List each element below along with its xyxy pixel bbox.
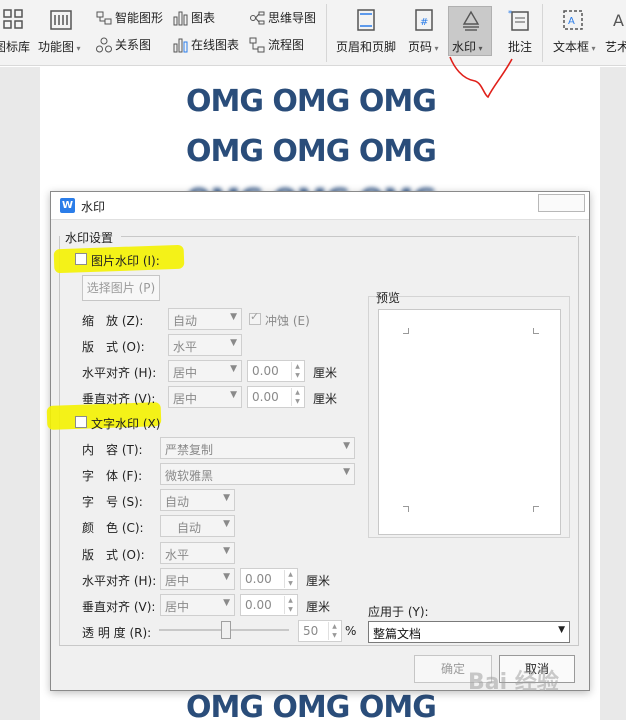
watermark-icon (462, 10, 480, 31)
watermark-button[interactable]: 水印 ▾ (448, 6, 492, 56)
text-layout-select[interactable]: 水平 ▼ (160, 542, 235, 564)
preview-label: 预览 (376, 291, 401, 305)
size-select[interactable]: 自动 ▼ (160, 489, 235, 511)
ribbon-mind-map[interactable]: 思维导图 (249, 9, 316, 26)
text-valign-spinner[interactable]: 0.00 ▲ ▼ (240, 594, 298, 616)
picture-valign-spinner[interactable]: 0.00 ▲ ▼ (247, 386, 305, 408)
document-text-line: OMG OMG OMG (186, 134, 437, 169)
picture-valign-unit: 厘米 (313, 392, 338, 406)
ribbon-comment[interactable]: 批注 (508, 38, 532, 55)
ribbon-word-art[interactable]: 艺术 (605, 38, 626, 55)
wps-logo-icon: W (60, 198, 75, 213)
dialog-titlebar[interactable]: W 水印 (51, 192, 589, 220)
ribbon-function-chart[interactable]: 功能图 ▾ (38, 38, 81, 55)
site-watermark: Bai 经验 (468, 670, 559, 695)
svg-text:A: A (613, 11, 624, 30)
svg-text:A: A (568, 16, 575, 27)
text-valign-unit: 厘米 (306, 600, 331, 614)
document-text-line: OMG OMG OMG (186, 84, 437, 119)
word-art-icon[interactable]: A (611, 8, 626, 32)
preview-page (378, 309, 561, 535)
icon-library-icon[interactable] (2, 8, 24, 30)
ribbon-icon-library[interactable]: 图标库 (0, 38, 30, 55)
picture-layout-select[interactable]: 水平 ▼ (168, 334, 242, 356)
watermark-dialog: W 水印 水印设置 图片水印 (I): 选择图片 (P) 缩 放 (Z): 自动… (46, 191, 590, 691)
content-select[interactable]: 严禁复制 ▼ (160, 437, 355, 459)
picture-watermark-label: 图片水印 (I): (91, 254, 160, 268)
watermark-label: 水印 ▾ (452, 40, 483, 54)
text-halign-label: 水平对齐 (H): (82, 574, 157, 588)
text-valign-select[interactable]: 居中 ▼ (160, 594, 235, 616)
ribbon-header-footer[interactable]: 页眉和页脚 (336, 38, 396, 55)
scale-label: 缩 放 (Z): (82, 314, 144, 328)
apply-to-select[interactable]: 整篇文档 ▼ (368, 621, 570, 643)
washout-checkbox[interactable] (249, 310, 261, 325)
ribbon-separator (326, 4, 327, 62)
text-halign-select[interactable]: 居中 ▼ (160, 568, 235, 590)
header-footer-icon[interactable] (355, 8, 377, 32)
flowchart-icon (249, 37, 265, 52)
ribbon-smart-art[interactable]: 智能图形 (96, 9, 163, 26)
close-button[interactable] (538, 194, 585, 212)
relation-chart-icon (96, 37, 112, 52)
red-annotation-mark (449, 56, 513, 99)
content-label: 内 容 (T): (82, 443, 143, 457)
ribbon-text-box[interactable]: 文本框 ▾ (553, 38, 596, 55)
text-watermark-label: 文字水印 (X) (91, 417, 161, 431)
corner-mark (403, 328, 409, 334)
text-watermark-checkbox[interactable] (75, 416, 87, 428)
picture-valign-label: 垂直对齐 (V): (82, 392, 156, 406)
corner-mark (533, 506, 539, 512)
picture-watermark-checkbox[interactable] (75, 253, 87, 265)
ribbon-flowchart[interactable]: 流程图 (249, 36, 304, 53)
function-chart-icon[interactable] (48, 8, 74, 32)
ribbon-page-number[interactable]: 页码 ▾ (408, 38, 439, 55)
text-halign-unit: 厘米 (306, 574, 331, 588)
picture-valign-select[interactable]: 居中 ▼ (168, 386, 242, 408)
text-box-icon[interactable]: A (561, 8, 585, 32)
ribbon-relation-chart[interactable]: 关系图 (96, 36, 151, 53)
picture-halign-label: 水平对齐 (H): (82, 366, 157, 380)
font-select[interactable]: 微软雅黑 ▼ (160, 463, 355, 485)
picture-halign-spinner[interactable]: 0.00 ▲ ▼ (247, 360, 305, 382)
group-title: 水印设置 (65, 231, 114, 245)
washout-label: 冲蚀 (E) (265, 314, 310, 328)
svg-text:*: * (508, 9, 512, 18)
text-halign-spinner[interactable]: 0.00 ▲ ▼ (240, 568, 298, 590)
color-select[interactable]: 自动 ▼ (160, 515, 235, 537)
opacity-unit: % (345, 624, 357, 638)
color-label: 颜 色 (C): (82, 521, 144, 535)
online-chart-icon (173, 38, 188, 52)
group-divider (121, 236, 576, 237)
page-margin-left (0, 67, 40, 720)
corner-mark (533, 328, 539, 334)
opacity-spinner[interactable]: 50 ▲ ▼ (298, 620, 342, 642)
apply-to-label: 应用于 (Y): (368, 605, 429, 619)
picture-layout-label: 版 式 (O): (82, 340, 145, 354)
svg-text:#: # (420, 17, 428, 28)
picture-halign-select[interactable]: 居中 ▼ (168, 360, 242, 382)
page-margin-right (600, 67, 626, 720)
ribbon-online-chart[interactable]: 在线图表 (172, 36, 239, 53)
picture-halign-unit: 厘米 (313, 366, 338, 380)
smart-art-icon (96, 11, 112, 24)
corner-mark (403, 506, 409, 512)
dialog-title: 水印 (81, 200, 106, 214)
ribbon-chart[interactable]: 图表 (172, 9, 215, 26)
opacity-slider-thumb[interactable] (221, 621, 231, 639)
text-valign-label: 垂直对齐 (V): (82, 600, 156, 614)
mind-map-icon (250, 11, 265, 24)
opacity-label: 透 明 度 (R): (82, 626, 152, 640)
font-label: 字 体 (F): (82, 469, 143, 483)
select-picture-button[interactable]: 选择图片 (P) (82, 275, 160, 301)
ribbon-toolbar: 图标库 功能图 ▾ 智能图形 关系图 图表 在线图表 思维导图 流程图 页眉和页… (0, 0, 626, 66)
bar-chart-icon (173, 11, 188, 25)
text-layout-label: 版 式 (O): (82, 548, 145, 562)
comment-icon[interactable]: * (508, 8, 532, 32)
page-number-icon[interactable]: # (413, 8, 435, 32)
ribbon-separator (542, 4, 543, 62)
scale-select[interactable]: 自动 ▼ (168, 308, 242, 330)
size-label: 字 号 (S): (82, 495, 143, 509)
